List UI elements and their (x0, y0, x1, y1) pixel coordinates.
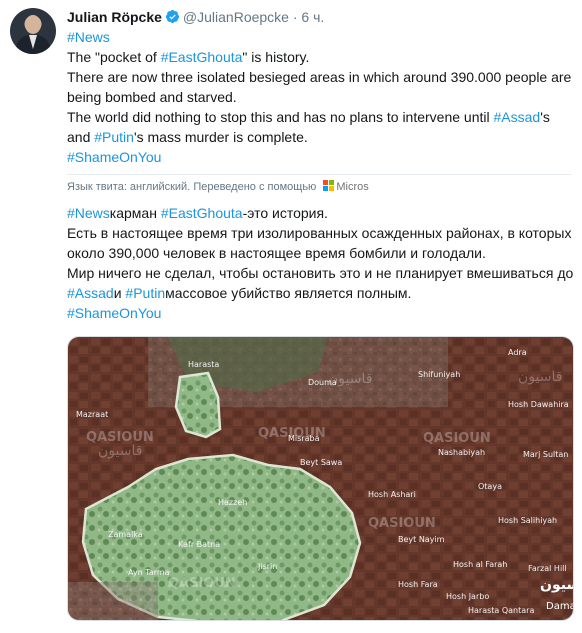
hashtag-link[interactable]: #News (67, 205, 110, 221)
map-label-hosh-salihiyah: Hosh Salihiyah (498, 516, 557, 525)
map-label-farzal-hill: Farzal Hill (528, 564, 567, 573)
tweet-line-7: #ShameOnYou (67, 147, 161, 167)
hashtag-link[interactable]: #Assad (67, 285, 114, 301)
author-name[interactable]: Julian Röpcke (67, 9, 162, 25)
hashtag-link[interactable]: #Putin (94, 129, 134, 145)
map-damascus-urban (68, 582, 158, 620)
map-logo-arabic: قاسيون (540, 577, 574, 593)
map-label-marj-sultan: Marj Sultan (523, 450, 568, 459)
translation-note: Язык твита: английский. Переведено с пом… (67, 181, 317, 193)
watermark-arabic: قاسيون (328, 371, 372, 387)
translated-text: Мир ничего не сделал, чтобы остановить э… (67, 265, 574, 281)
tweet-line-6: and #Putin's mass murder is complete. (67, 127, 308, 147)
hashtag-link[interactable]: #Assad (494, 109, 541, 125)
avatar-head (25, 15, 41, 34)
map-image: Harasta Douma Misraba Beyt Sawa Hosh Ash… (68, 337, 574, 620)
tweet-text: The world did nothing to stop this and h… (67, 109, 494, 125)
map-label-damascus: Damas (546, 601, 574, 612)
map-label-jisrin: Jisrin (257, 562, 277, 571)
author-handle[interactable]: @JulianRoepcke (183, 9, 289, 25)
map-label-zamalka: Zamalka (108, 530, 143, 539)
watermark-text: QASIOUN (168, 576, 236, 591)
watermark-arabic: قاسيون (518, 369, 562, 385)
hashtag-link[interactable]: #News (67, 29, 110, 45)
map-label-nashabiyah: Nashabiyah (438, 448, 485, 457)
translated-line-2: Есть в настоящее время три изолированных… (67, 223, 571, 243)
translation-divider (67, 174, 572, 175)
tweet-line-4: being bombed and starved. (67, 87, 237, 107)
tweet-media-map[interactable]: Harasta Douma Misraba Beyt Sawa Hosh Ash… (67, 336, 574, 621)
map-label-hosh-al-farah: Hosh al Farah (453, 560, 507, 569)
tweet-text: being bombed and starved. (67, 89, 237, 105)
tweet-line-1: #News (67, 27, 110, 47)
translated-text: карман (109, 205, 161, 221)
author-avatar[interactable] (10, 8, 56, 54)
tweet-card: Julian Röpcke @JulianRoepcke · 6 ч. #News… (0, 0, 582, 633)
map-label-shifuniyah: Shifuniyah (418, 370, 460, 379)
map-label-mazraat: Mazraat (76, 410, 108, 419)
tweet-timestamp[interactable]: 6 ч. (301, 9, 324, 25)
map-label-hazzeh: Hazzeh (218, 498, 247, 507)
map-label-hosh-fara: Hosh Fara (398, 580, 438, 589)
watermark-text: QASIOUN (423, 431, 491, 446)
translated-text: около 390,000 человек в настоящее время … (67, 245, 486, 261)
tweet-text: " is history. (242, 49, 310, 65)
map-label-beyt-nayim: Beyt Nayim (398, 535, 445, 544)
header-separator: · (292, 9, 298, 25)
tweet-text: There are now three isolated besieged ar… (67, 69, 572, 85)
map-label-harasta: Harasta (188, 360, 219, 369)
translated-text: массовое убийство является полным. (165, 285, 412, 301)
translation-provider[interactable]: Micros (336, 181, 368, 193)
map-label-beyt-sawa: Beyt Sawa (300, 458, 342, 467)
tweet-text: 's (540, 109, 550, 125)
translated-line-4: Мир ничего не сделал, чтобы остановить э… (67, 263, 573, 283)
translated-line-5: #Assadи #Putinмассовое убийство является… (67, 283, 411, 303)
translated-line-3: около 390,000 человек в настоящее время … (67, 243, 486, 263)
watermark-arabic: قاسيون (98, 443, 142, 459)
microsoft-logo-icon (323, 180, 335, 191)
tweet-text: 's mass murder is complete. (133, 129, 308, 145)
translated-line-1: #Newsкарман #EastGhouta-это история. (67, 203, 328, 223)
verified-badge-icon (165, 9, 180, 28)
hashtag-link[interactable]: #EastGhouta (161, 49, 243, 65)
translated-text: и (113, 285, 126, 301)
tweet-text: The "pocket of (67, 49, 161, 65)
tweet-header: Julian Röpcke @JulianRoepcke · 6 ч. (67, 8, 324, 28)
translated-line-6: #ShameOnYou (67, 303, 161, 323)
tweet-text: and (67, 129, 95, 145)
map-label-otaya: Otaya (478, 482, 502, 491)
translated-text: -это история. (242, 205, 328, 221)
map-label-hosh-ashari: Hosh Ashari (368, 490, 416, 499)
tweet-line-3: There are now three isolated besieged ar… (67, 67, 571, 87)
translated-text: Есть в настоящее время три изолированных… (67, 225, 572, 241)
tweet-line-2: The "pocket of #EastGhouta" is history. (67, 47, 309, 67)
map-label-adra: Adra (508, 348, 527, 357)
map-label-harasta-qantara: Harasta Qantara (468, 606, 534, 615)
map-label-hosh-dawahira: Hosh Dawahira (508, 400, 569, 409)
hashtag-link[interactable]: #Putin (125, 285, 165, 301)
hashtag-link[interactable]: #ShameOnYou (67, 305, 161, 321)
watermark-text: QASIOUN (368, 516, 436, 531)
map-label-kafr-batna: Kafr Batna (178, 540, 220, 549)
hashtag-link[interactable]: #ShameOnYou (67, 149, 161, 165)
watermark-text: QASIOUN (258, 426, 326, 441)
translation-attribution: Язык твита: английский. Переведено с пом… (67, 180, 369, 194)
hashtag-link[interactable]: #EastGhouta (161, 205, 243, 221)
map-label-hosh-jarbo: Hosh Jarbo (446, 592, 489, 601)
map-label-ayn-tarma: Ayn Tarma (128, 568, 170, 577)
tweet-line-5: The world did nothing to stop this and h… (67, 107, 550, 127)
